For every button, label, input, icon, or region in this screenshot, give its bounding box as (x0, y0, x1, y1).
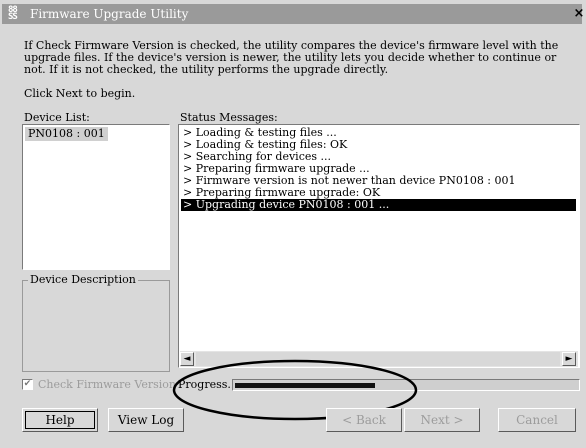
cancel-button[interactable]: Cancel (498, 408, 576, 432)
firmware-upgrade-window: 88 SS Firmware Upgrade Utility × If Chec… (0, 0, 586, 448)
device-description-group (22, 280, 170, 372)
title-bar[interactable]: 88 SS Firmware Upgrade Utility × (2, 4, 584, 24)
status-messages-label: Status Messages: (180, 111, 278, 124)
device-list[interactable]: PN0108 : 001 (22, 124, 170, 270)
help-button[interactable]: Help (22, 408, 98, 432)
scroll-right-icon[interactable]: ► (562, 352, 576, 366)
checkmark-icon: ✔ (23, 379, 32, 389)
check-firmware-checkbox[interactable]: ✔ (22, 379, 33, 390)
app-icon-glyph: 88 SS (8, 5, 18, 22)
check-firmware-label: Check Firmware Version (38, 378, 176, 391)
instructions-text: If Check Firmware Version is checked, th… (24, 39, 559, 76)
status-messages-list[interactable]: > Loading & testing files ... > Loading … (178, 124, 580, 368)
next-button[interactable]: Next > (404, 408, 480, 432)
device-list-item[interactable]: PN0108 : 001 (25, 127, 108, 141)
close-icon[interactable]: × (572, 5, 586, 22)
device-description-label: Device Description (28, 273, 138, 286)
status-message-selected: > Upgrading device PN0108 : 001 ... (181, 199, 576, 211)
back-button[interactable]: < Back (326, 408, 402, 432)
click-next-prompt: Click Next to begin. (24, 87, 136, 100)
view-log-button[interactable]: View Log (108, 408, 184, 432)
window-title: Firmware Upgrade Utility (30, 7, 189, 21)
app-icon: 88 SS (8, 5, 26, 22)
device-list-label: Device List: (24, 111, 90, 124)
